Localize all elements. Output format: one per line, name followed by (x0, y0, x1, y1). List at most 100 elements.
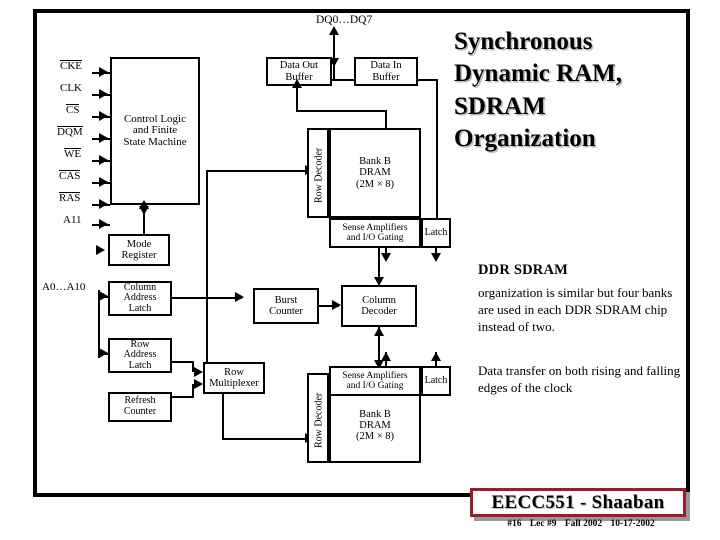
senseamp-bottom-line2: and I/O Gating (346, 381, 404, 391)
row-decoder-top-label: Row Decoder (313, 147, 325, 203)
latch-top-down-arrow (431, 253, 441, 262)
block-row-multiplexer: Row Multiplexer (203, 362, 265, 394)
coldec-up-arrow-down (374, 277, 384, 286)
block-data-in-buffer: Data In Buffer (354, 57, 418, 86)
mode-register-line2: Register (121, 250, 157, 261)
ral-to-mux-arrow (194, 367, 203, 377)
signal-label-clk: CLK (60, 82, 82, 94)
title-line-2: Dynamic RAM, (454, 60, 623, 88)
footer-course-badge: EECC551 - Shaaban (470, 488, 686, 517)
ddr-paragraph-1: organization is similar but four banks a… (478, 285, 673, 335)
refresh-to-mux-arrow (194, 379, 203, 389)
signal-arrow-dqm (99, 133, 108, 143)
signal-label-we: WE (64, 148, 82, 160)
ctrl-mode-arrow-up (139, 200, 149, 209)
block-latch-top: Latch (421, 218, 451, 248)
data-out-riser (385, 110, 387, 128)
bank-bottom-line1: Bank B (359, 408, 391, 420)
bank-top-line2: DRAM (359, 167, 391, 179)
rowmux-down-rail (222, 438, 312, 440)
slide-canvas: DQ0…DQ7 Data Out Buffer Data In Buffer C… (0, 0, 720, 540)
cal-line3: Latch (128, 302, 152, 314)
data-bus-drop (333, 65, 335, 80)
senseamp-top-down-arrow (381, 253, 391, 262)
data-in-rail (418, 79, 438, 81)
rowmux-up-rail (206, 170, 312, 172)
mode-register-line1: Mode (126, 238, 152, 250)
block-row-decoder-top: Row Decoder (307, 128, 329, 218)
block-column-address-latch: Column Address Latch (108, 281, 172, 316)
signal-arrow-cas (99, 177, 108, 187)
cal-to-burst-arrow (235, 292, 244, 302)
footer-term: Fall 2002 (564, 519, 603, 529)
coldec-line2: Decoder (361, 306, 397, 317)
data-bus-label: DQ0…DQ7 (316, 14, 373, 26)
footer-date: 10-17-2002 (610, 519, 655, 529)
footer-slide-number: #16 (507, 519, 522, 529)
signal-arrow-we (99, 155, 108, 165)
title-line-4: Organization (454, 124, 596, 152)
rowmux-line2: Multiplexer (209, 378, 259, 389)
burst-line1: Burst (274, 294, 298, 306)
data-out-buffer-line1: Data Out (279, 60, 319, 72)
block-bank-top: Bank B DRAM (2M × 8) (329, 128, 421, 218)
latch-bottom-label: Latch (424, 374, 448, 386)
data-out-feed-arrow (292, 79, 302, 88)
data-in-buffer-line2: Buffer (372, 71, 400, 83)
senseamp-bottom-up-arrow (381, 352, 391, 361)
row-decoder-bottom-label: Row Decoder (313, 392, 325, 448)
refresh-to-mux-rail (172, 396, 194, 398)
signal-label-cke: CKE (60, 60, 82, 72)
title-line-1: Synchronous (454, 28, 593, 55)
control-logic-line3: State Machine (123, 135, 187, 148)
latch-bottom-up-arrow (431, 352, 441, 361)
address-bus-label: A0…A10 (42, 281, 86, 293)
rowmux-down-line (222, 394, 224, 440)
page-title: Synchronous Dynamic RAM, SDRAM Organizat… (454, 26, 690, 155)
signal-label-dqm: DQM (57, 126, 83, 138)
refresh-line2: Counter (123, 406, 157, 417)
ddr-sdram-heading: DDR SDRAM (478, 262, 569, 278)
block-sense-amp-bottom: Sense Amplifiers and I/O Gating (329, 366, 421, 396)
footer-lecture: Lec #9 (529, 519, 557, 529)
signal-arrow-a11 (99, 219, 108, 229)
bank-top-line3: (2M × 8) (355, 178, 394, 190)
bank-top-line1: Bank B (359, 156, 391, 168)
block-burst-counter: Burst Counter (253, 288, 319, 324)
coldec-down-arrow-up (374, 327, 384, 336)
rowmux-up-line (206, 170, 208, 362)
block-control-logic: Control Logic and Finite State Machine (110, 57, 200, 205)
signal-label-cas: CAS (59, 170, 81, 182)
block-latch-bottom: Latch (421, 366, 451, 396)
burst-to-coldec-arrow (332, 300, 341, 310)
senseamp-top-line1: Sense Amplifiers (342, 222, 408, 233)
block-sense-amp-top: Sense Amplifiers and I/O Gating (329, 218, 421, 248)
mode-register-in-arrow (96, 245, 105, 255)
data-bus-arrow-up (329, 26, 339, 35)
footer-meta: #16 Lec #9 Fall 2002 10-17-2002 (470, 519, 692, 529)
address-bus-arrow-ral (99, 348, 108, 358)
signal-arrow-cke (99, 67, 108, 77)
signal-arrow-clk (99, 89, 108, 99)
data-out-feed-rail (296, 110, 386, 112)
senseamp-top-line2: and I/O Gating (346, 233, 404, 243)
signal-label-cs: CS (66, 104, 80, 116)
senseamp-bottom-line1: Sense Amplifiers (342, 370, 408, 381)
block-bank-bottom: Bank B DRAM (2M × 8) (329, 388, 421, 463)
data-in-buffer-line1: Data In (370, 60, 402, 72)
signal-arrow-cs (99, 111, 108, 121)
title-line-3: SDRAM (454, 92, 546, 120)
block-row-decoder-bottom: Row Decoder (307, 373, 329, 463)
bank-bottom-line2: DRAM (359, 419, 391, 431)
latch-top-label: Latch (424, 226, 448, 238)
block-row-address-latch: Row Address Latch (108, 338, 172, 373)
data-out-feed-line (296, 86, 298, 111)
block-column-decoder: Column Decoder (341, 285, 417, 327)
coldec-line1: Column (362, 294, 396, 306)
bank-bottom-line3: (2M × 8) (355, 431, 394, 443)
block-mode-register: Mode Register (108, 234, 170, 266)
signal-arrow-ras (99, 199, 108, 209)
address-bus-arrow-cal (99, 291, 108, 301)
rowmux-line1: Row (224, 366, 244, 378)
burst-line2: Counter (269, 306, 303, 317)
